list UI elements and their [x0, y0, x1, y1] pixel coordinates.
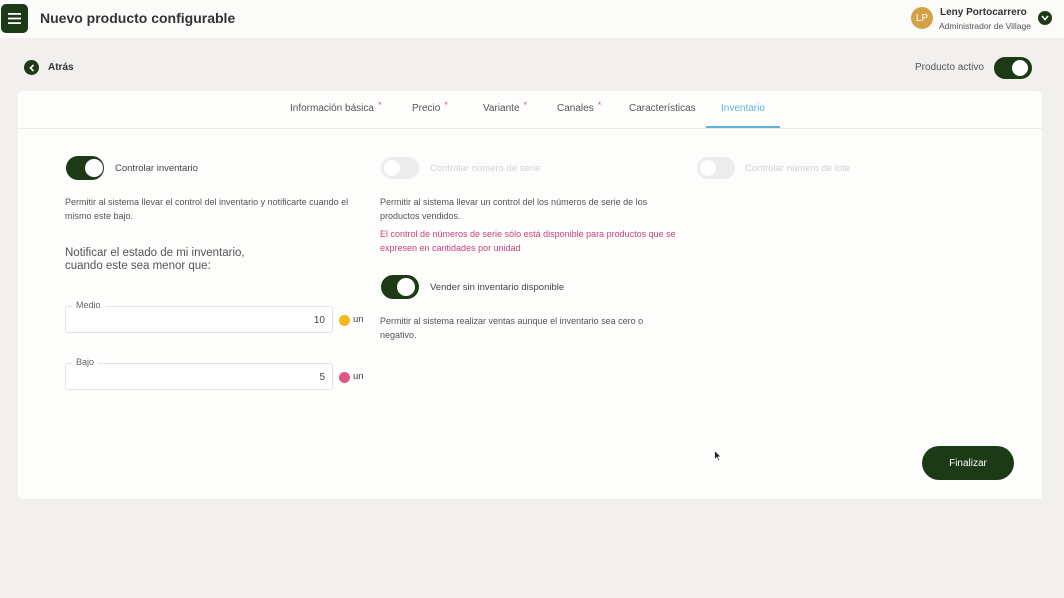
serial-number-toggle[interactable] [381, 157, 419, 179]
tab-variante[interactable]: Variante * [483, 100, 527, 114]
page-title: Nuevo producto configurable [40, 10, 236, 26]
medium-threshold-field[interactable]: Medio 10 [65, 300, 333, 333]
serial-number-label: Controlar número de serie [430, 163, 541, 174]
control-inventory-label: Controlar inventario [115, 163, 198, 174]
tab-informacion-basica[interactable]: Información básica * [290, 100, 381, 114]
low-unit: un [353, 371, 364, 382]
tab-canales[interactable]: Canales * [557, 100, 601, 114]
finalize-button[interactable]: Finalizar [922, 446, 1014, 480]
product-active-toggle[interactable] [994, 57, 1032, 79]
lot-number-label: Controlar número de lote [745, 163, 851, 174]
notify-threshold-text: Notificar el estado de mi inventario, cu… [65, 247, 245, 272]
control-inventory-toggle[interactable] [66, 156, 104, 180]
chevron-down-icon [1041, 15, 1049, 21]
user-name[interactable]: Leny Portocarrero [940, 7, 1027, 18]
hamburger-icon [8, 13, 21, 24]
medium-status-dot [339, 315, 350, 326]
product-active-label: Producto activo [915, 62, 984, 73]
medium-threshold-value[interactable]: 10 [314, 315, 325, 326]
sell-without-stock-toggle[interactable] [381, 275, 419, 299]
back-label[interactable]: Atrás [48, 62, 74, 73]
chevron-left-icon [28, 63, 34, 72]
tab-inventario[interactable]: Inventario [721, 103, 765, 114]
sell-without-stock-label: Vender sin inventario disponible [430, 282, 565, 293]
control-inventory-description: Permitir al sistema llevar el control de… [65, 197, 349, 221]
serial-number-warning: El control de números de serie sólo está… [380, 229, 676, 253]
serial-number-description: Permitir al sistema llevar un control de… [380, 197, 648, 221]
low-threshold-field[interactable]: Bajo 5 [65, 357, 333, 390]
medium-unit: un [353, 314, 364, 325]
sell-without-stock-description: Permitir al sistema realizar ventas aunq… [380, 316, 644, 340]
low-status-dot [339, 372, 350, 383]
medium-threshold-label: Medio [72, 300, 105, 310]
mouse-cursor-icon [714, 450, 722, 462]
menu-button[interactable] [1, 4, 28, 33]
avatar[interactable]: LP [911, 7, 933, 29]
top-bar: Nuevo producto configurable LP Leny Port… [0, 0, 1064, 38]
low-threshold-label: Bajo [72, 357, 99, 367]
tabs-divider [18, 128, 1042, 129]
lot-number-toggle[interactable] [697, 157, 735, 179]
product-form-card: Información básica * Precio * Variante * Ca… [18, 91, 1042, 499]
low-threshold-value[interactable]: 5 [319, 372, 325, 383]
tab-caracteristicas[interactable]: Características [629, 103, 696, 114]
tab-precio[interactable]: Precio * [412, 100, 448, 114]
user-menu-button[interactable] [1038, 11, 1052, 25]
user-role: Administrador de Village [939, 21, 1031, 31]
back-button[interactable] [24, 60, 39, 75]
